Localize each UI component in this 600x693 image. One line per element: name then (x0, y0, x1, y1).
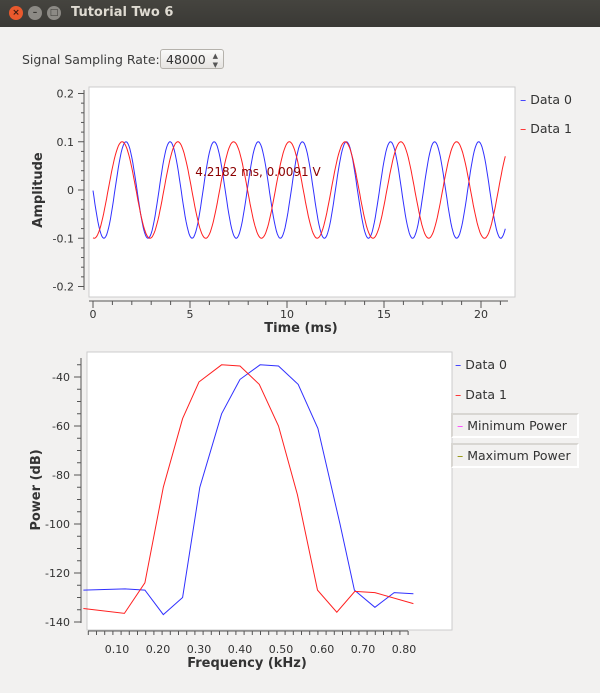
cursor-readout: 4.2182 ms, 0.0091 V (195, 165, 321, 179)
time-x-tick-label: 20 (474, 308, 488, 321)
spectrum-y-tick-label: -120 (45, 567, 70, 580)
legend-data1-freq[interactable]: – Data 1 (455, 387, 507, 402)
spectrum-x-tick-label: 0.40 (228, 643, 253, 656)
legend-data0-freq[interactable]: – Data 0 (455, 357, 507, 372)
time-x-axis-label: Time (ms) (264, 321, 337, 336)
time-y-tick-label: -0.2 (53, 281, 74, 294)
time-y-tick-label: 0.1 (57, 136, 75, 149)
spectrum-y-tick-label: -140 (45, 616, 70, 629)
spectrum-x-tick-label: 0.60 (310, 643, 335, 656)
time-x-tick-label: 5 (187, 308, 194, 321)
legend-data1-time[interactable]: – Data 1 (520, 121, 572, 136)
spectrum-y-tick-label: -60 (52, 420, 70, 433)
time-y-tick-label: 0 (67, 184, 74, 197)
spectrum-y-tick-label: -40 (52, 371, 70, 384)
spectrum-x-axis-label: Frequency (kHz) (187, 656, 307, 671)
time-x-tick-label: 0 (90, 308, 97, 321)
time-y-tick-label: -0.1 (53, 232, 74, 245)
plots: 0.20.10-0.1-0.20 5 10 15 20Time (ms)Amplitud… (29, 86, 516, 671)
time-y-tick-label: 0.2 (57, 88, 75, 101)
time-plot-canvas (88, 86, 516, 298)
time-x-tick-label: 15 (377, 308, 391, 321)
spectrum-x-tick-label: 0.70 (351, 643, 376, 656)
spectrum-y-axis-label: Power (dB) (29, 449, 44, 530)
time-y-axis-label: Amplitude (31, 152, 46, 228)
spectrum-x-tick-label: 0.20 (146, 643, 171, 656)
spectrum-y-tick-label: -80 (52, 469, 70, 482)
spectrum-x-tick-label: 0.80 (392, 643, 417, 656)
legend-data0-time[interactable]: – Data 0 (520, 92, 572, 107)
legend-minimum-power[interactable]: – Minimum Power (451, 413, 579, 438)
spectrum-x-tick-label: 0.30 (187, 643, 212, 656)
spectrum-y-tick-label: -100 (45, 518, 70, 531)
spectrum-x-tick-label: 0.10 (105, 643, 130, 656)
legend-maximum-power[interactable]: – Maximum Power (451, 443, 579, 468)
time-x-tick-label: 10 (280, 308, 294, 321)
spectrum-x-tick-label: 0.50 (269, 643, 294, 656)
